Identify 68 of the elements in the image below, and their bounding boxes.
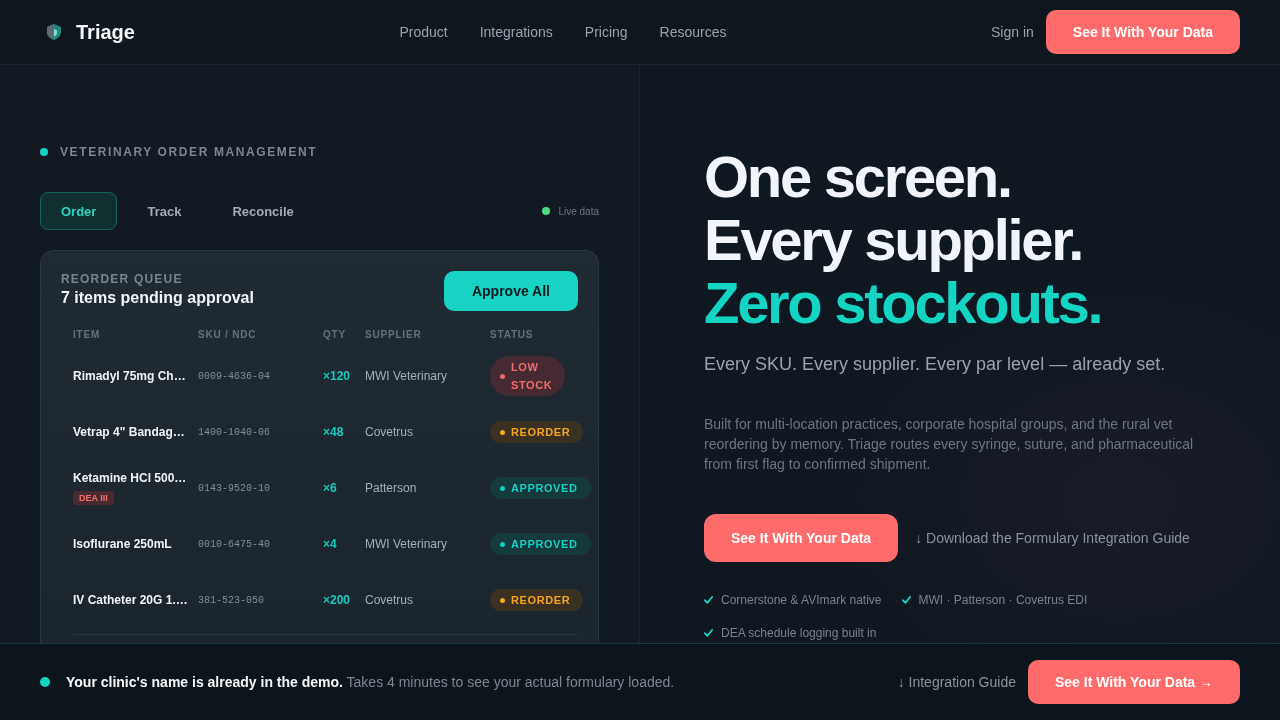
status-badge: REORDER [490, 421, 584, 443]
supplier-name: MWI Veterinary [365, 369, 449, 383]
sku-code: 1400-1040-06 [198, 426, 271, 438]
supplier-name: MWI Veterinary [365, 537, 449, 551]
check-icon [704, 596, 713, 604]
status-dot-icon [500, 597, 505, 603]
item-name: Rimadyl 75mg Ch… [73, 369, 186, 383]
status-dot-icon [500, 373, 505, 379]
column-header: STATUS [490, 328, 535, 340]
nav-link[interactable]: Integrations [479, 24, 553, 40]
supplier-name: Covetrus [365, 593, 415, 607]
shield-icon [47, 24, 61, 40]
item-name: Isoflurane 250mL [73, 537, 172, 551]
feature-text: DEA schedule logging built in [721, 626, 877, 640]
sku-code: 0009-4636-04 [198, 370, 271, 382]
feature-text: MWI · Patterson · Covetrus EDI [918, 593, 1088, 607]
dot-icon [40, 677, 50, 687]
nav-link[interactable]: Resources [659, 24, 727, 40]
status-dot-icon [500, 429, 505, 435]
banner-message: Your clinic's name is already in the demo. Takes 4 minutes to see your actual formulary loaded. [66, 674, 675, 690]
nav-link[interactable]: Pricing [584, 24, 628, 40]
column-header: ITEM [73, 328, 102, 340]
approve-all-button[interactable]: Approve All [443, 271, 578, 311]
live-dot-icon [542, 207, 551, 215]
card-title: 7 items pending approval [61, 288, 254, 308]
quantity: ×200 [323, 593, 352, 607]
headline: Zero stockouts. [704, 271, 1103, 334]
status-badge: REORDER [490, 589, 584, 611]
supplier-name: Patterson [365, 481, 418, 495]
sku-code: 381-523-050 [198, 594, 265, 606]
quantity: ×120 [323, 369, 352, 383]
nav-link[interactable]: Product [399, 24, 448, 40]
dot-icon [40, 148, 48, 156]
status-dot-icon [500, 541, 505, 547]
card-label: REORDER QUEUE [61, 272, 184, 286]
item-name: IV Catheter 20G 1.… [73, 593, 188, 607]
tab[interactable]: Reconcile [211, 192, 315, 230]
check-icon [901, 596, 911, 604]
column-header: QTY [323, 328, 347, 340]
live-label: Live data [558, 205, 599, 217]
sign-in-link[interactable]: Sign in [991, 24, 1034, 40]
headline: One screen. [704, 145, 1012, 208]
item-name: Ketamine HCl 500… [73, 471, 187, 485]
schedule-tag: DEA III [73, 491, 114, 505]
quantity: ×4 [323, 537, 338, 551]
feature-text: Cornerstone & AVImark native [721, 593, 882, 607]
tab[interactable]: Order [40, 192, 118, 230]
status-badge: LOW STOCK [490, 356, 566, 396]
sku-code: 0010-6475-40 [198, 538, 271, 550]
quantity: ×6 [323, 481, 338, 495]
check-icon [704, 629, 713, 637]
item-name: Vetrap 4" Bandag… [73, 425, 185, 439]
supplier-name: Covetrus [365, 425, 415, 439]
status-badge: APPROVED [490, 477, 591, 499]
brand-name[interactable]: Triage [76, 20, 135, 44]
headline: Every supplier. [704, 208, 1084, 271]
subtitle: Every SKU. Every supplier. Every par level — already set. [704, 353, 1167, 376]
status-badge: APPROVED [490, 533, 591, 555]
quantity: ×48 [323, 425, 345, 439]
status-dot-icon [500, 485, 505, 491]
sku-code: 0143-9520-10 [198, 482, 271, 494]
guide-link[interactable]: ↓ Download the Formulary Integration Guide [915, 530, 1190, 546]
column-header: SUPPLIER [365, 328, 423, 340]
description: Built for multi-location practices, corporate hospital groups, and the rural vet reordering by memory. Triage routes every syringe, suture, and pharmaceutical from first flag to confirmed shipment. [704, 415, 1195, 474]
section-label: VETERINARY ORDER MANAGEMENT [60, 145, 318, 159]
tab[interactable]: Track [126, 192, 203, 230]
column-header: SKU / NDC [198, 328, 258, 340]
guide-link[interactable]: ↓ Integration Guide [897, 674, 1016, 690]
